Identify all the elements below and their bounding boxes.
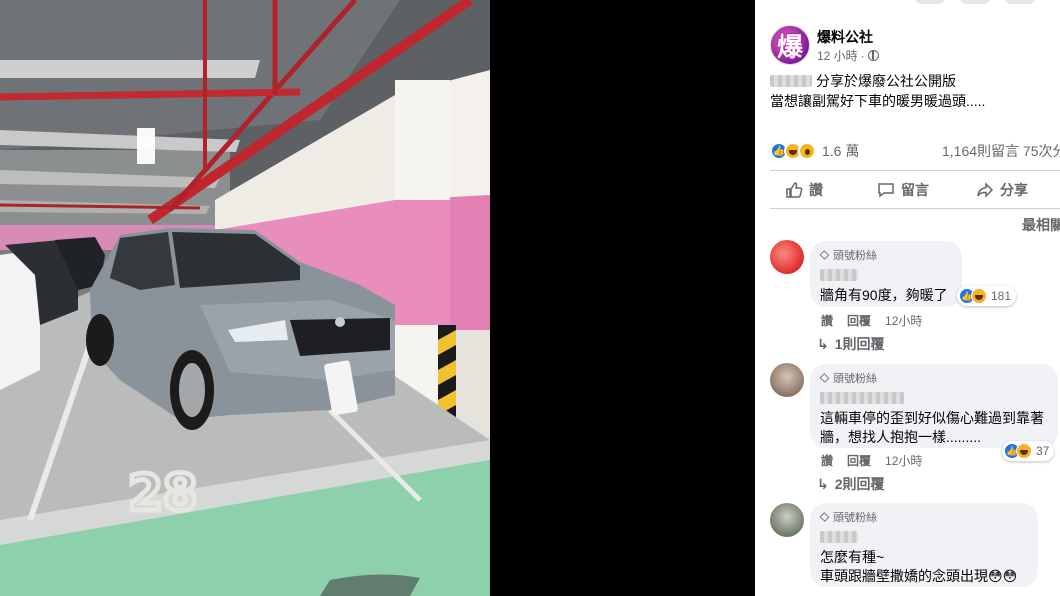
like-label: 讚 [809, 182, 823, 198]
reply-arrow-icon: ↳ [817, 335, 829, 352]
replies-label: 1則回覆 [834, 336, 885, 352]
blurred-commenter-name[interactable] [820, 391, 904, 404]
comment-reaction-count: 37 [1036, 444, 1050, 458]
commenter-avatar[interactable] [770, 363, 804, 397]
diamond-icon [819, 250, 830, 260]
divider [770, 208, 1060, 209]
viewer-background [490, 0, 755, 596]
haha-icon [1016, 443, 1032, 459]
blurred-commenter-name[interactable] [820, 530, 858, 543]
share-text: 分享於爆廢公社公開版 [816, 73, 956, 89]
wow-icon [798, 142, 816, 160]
comment-reactions[interactable]: 👍 181 [957, 286, 1017, 306]
post-actions: 讚 留言 分享 [770, 172, 1060, 208]
badge-label: 頭號粉絲 [833, 373, 877, 385]
share-arrow-icon [977, 182, 994, 198]
like-button[interactable]: 讚 [785, 180, 823, 200]
comment-sort-dropdown[interactable]: 最相關 [1022, 215, 1060, 235]
page-name-link[interactable]: 爆料公社 [817, 27, 873, 47]
comment-text: 怎麼有種~ 車頭跟牆壁撒嬌的念頭出現😳😳 [820, 549, 1018, 584]
thumbs-up-icon [786, 182, 803, 198]
comment-bubble: 頭號粉絲 牆角有90度，夠暖了 [810, 241, 962, 307]
comment-button[interactable]: 留言 [877, 180, 929, 200]
share-button[interactable]: 分享 [976, 180, 1028, 200]
replies-label: 2則回覆 [834, 476, 885, 492]
comment-icon [878, 183, 894, 198]
comment-like-link[interactable]: 讚 [821, 312, 833, 329]
comment-reply-link[interactable]: 回覆 [847, 312, 871, 329]
divider [770, 170, 1060, 171]
comment-text: 牆角有90度，夠暖了 [820, 287, 948, 303]
globe-icon [867, 50, 879, 61]
meta-separator: · [860, 48, 865, 63]
comment-actions: 讚 回覆 12小時 [821, 452, 922, 469]
parking-space-number: 28 [128, 464, 198, 522]
view-replies-link[interactable]: ↳ 1則回覆 [817, 334, 885, 354]
post-meta: 12 小時 · [817, 47, 879, 64]
commenter-avatar[interactable] [770, 240, 804, 274]
view-replies-link[interactable]: ↳ 2則回覆 [817, 474, 885, 494]
top-fan-badge: 頭號粉絲 [819, 370, 1048, 386]
post-caption: 當想讓副駕好下車的暖男暖過頭..... [770, 93, 986, 109]
post-photo[interactable]: 28 [0, 0, 490, 596]
comment-like-link[interactable]: 讚 [821, 452, 833, 469]
blurred-commenter-name[interactable] [820, 268, 858, 281]
reply-arrow-icon: ↳ [817, 475, 829, 492]
share-label: 分享 [1000, 182, 1028, 198]
badge-label: 頭號粉絲 [833, 512, 877, 524]
comment-actions: 讚 回覆 12小時 [821, 312, 922, 329]
comments-shares-count[interactable]: 1,164則留言 75次分享 [942, 141, 1060, 161]
comment-reactions[interactable]: 👍 37 [1002, 441, 1055, 461]
badge-label: 頭號粉絲 [833, 250, 877, 262]
parking-garage-photo: 28 [0, 0, 490, 596]
avatar-glyph: 爆 [776, 32, 803, 63]
reaction-count: 1.6 萬 [822, 143, 860, 159]
comment-time[interactable]: 12小時 [885, 312, 922, 329]
share-line: 分享於爆廢公社公開版 [770, 71, 956, 91]
comment-bubble: 頭號粉絲 怎麼有種~ 車頭跟牆壁撒嬌的念頭出現😳😳 [810, 503, 1038, 587]
comment-bubble: 頭號粉絲 這輛車停的歪到好似傷心難過到靠著牆，想找人抱抱一樣......... [810, 364, 1058, 448]
comment-reaction-count: 181 [991, 289, 1012, 303]
haha-icon [971, 288, 987, 304]
comment-reply-link[interactable]: 回覆 [847, 452, 871, 469]
post-time[interactable]: 12 小時 [817, 47, 858, 64]
top-toolbar-button[interactable] [1005, 0, 1035, 4]
comment-label: 留言 [901, 182, 929, 198]
blurred-username [770, 75, 812, 87]
comment-time[interactable]: 12小時 [885, 452, 922, 469]
diamond-icon [819, 373, 830, 383]
top-toolbar-button[interactable] [915, 0, 945, 4]
top-fan-badge: 頭號粉絲 [819, 247, 952, 263]
post-side-panel: 爆 爆料公社 12 小時 · 分享於爆廢公社公開版 當想讓副駕好下車的暖男暖過頭… [755, 0, 1060, 596]
top-toolbar-button[interactable] [960, 0, 990, 4]
page-avatar[interactable]: 爆 [770, 25, 810, 65]
commenter-avatar[interactable] [770, 503, 804, 537]
top-fan-badge: 頭號粉絲 [819, 509, 1028, 525]
diamond-icon [819, 512, 830, 522]
